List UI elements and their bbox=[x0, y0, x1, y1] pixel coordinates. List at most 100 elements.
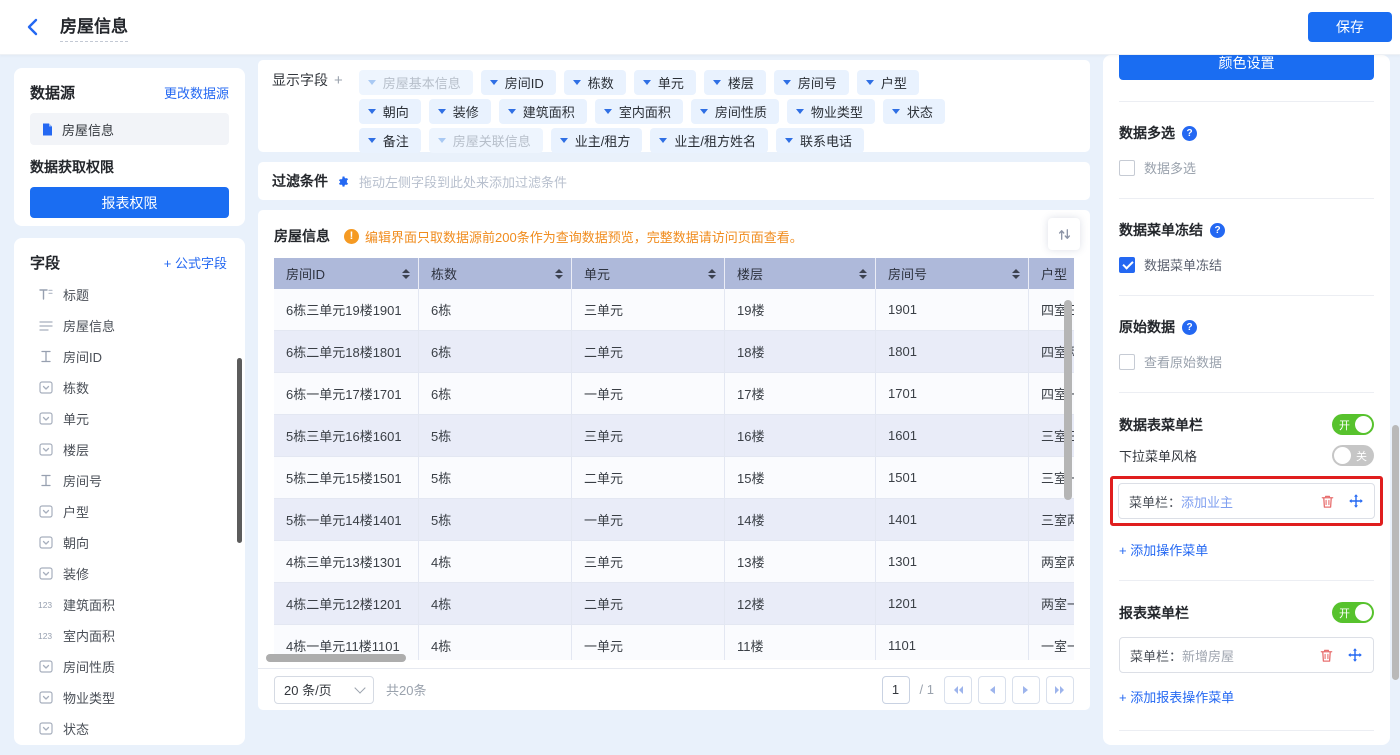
datasource-item[interactable]: 房屋信息 bbox=[30, 113, 229, 145]
column-header[interactable]: 房间ID bbox=[274, 258, 419, 289]
move-icon[interactable] bbox=[1348, 493, 1364, 509]
display-field-chip[interactable]: 房屋基本信息 bbox=[359, 70, 473, 95]
column-header[interactable]: 户型 bbox=[1029, 258, 1074, 289]
table-row[interactable]: 6栋二单元18楼18016栋二单元18楼1801四室两厅 bbox=[274, 331, 1074, 373]
menu-freeze-checkbox[interactable] bbox=[1119, 257, 1135, 273]
caret-down-icon[interactable] bbox=[560, 138, 568, 143]
caret-down-icon[interactable] bbox=[438, 109, 446, 114]
table-row[interactable]: 6栋三单元19楼19016栋三单元19楼1901四室三厅 bbox=[274, 289, 1074, 331]
add-report-action-menu-link[interactable]: + 添加报表操作菜单 bbox=[1119, 687, 1374, 706]
display-field-chip[interactable]: 房屋关联信息 bbox=[429, 128, 543, 153]
filter-panel[interactable]: 过滤条件 拖动左侧字段到此处来添加过滤条件 bbox=[258, 162, 1090, 200]
column-sort-icon[interactable] bbox=[708, 269, 716, 279]
multi-select-checkbox-row[interactable]: 数据多选 bbox=[1119, 158, 1374, 177]
field-item[interactable]: 物业类型 bbox=[30, 682, 235, 713]
current-page-input[interactable]: 1 bbox=[882, 676, 910, 704]
caret-down-icon[interactable] bbox=[700, 109, 708, 114]
display-field-chip[interactable]: 业主/租方 bbox=[551, 128, 643, 153]
multi-select-checkbox[interactable] bbox=[1119, 160, 1135, 176]
field-item[interactable]: 户型 bbox=[30, 496, 235, 527]
field-item[interactable]: 123建筑面积 bbox=[30, 589, 235, 620]
report-menu-item[interactable]: 菜单栏： 新增房屋 bbox=[1119, 637, 1374, 673]
formula-field-link[interactable]: + 公式字段 bbox=[164, 253, 227, 272]
display-field-chip[interactable]: 物业类型 bbox=[787, 99, 875, 124]
caret-down-icon[interactable] bbox=[659, 138, 667, 143]
first-page-button[interactable] bbox=[944, 676, 972, 704]
table-vertical-scrollbar[interactable] bbox=[1064, 300, 1072, 500]
table-menu-toggle[interactable]: 开 bbox=[1332, 414, 1374, 435]
field-item[interactable]: 房间ID bbox=[30, 341, 235, 372]
column-header[interactable]: 单元 bbox=[572, 258, 725, 289]
caret-down-icon[interactable] bbox=[368, 109, 376, 114]
display-field-chip[interactable]: 楼层 bbox=[704, 70, 766, 95]
move-icon[interactable] bbox=[1347, 647, 1363, 663]
field-item[interactable]: 房屋信息 bbox=[30, 310, 235, 341]
field-item[interactable]: 栋数 bbox=[30, 372, 235, 403]
page-size-select[interactable]: 20 条/页 bbox=[274, 676, 374, 704]
table-row[interactable]: 4栋三单元13楼13014栋三单元13楼1301两室两厅 bbox=[274, 541, 1074, 583]
help-icon[interactable]: ? bbox=[1210, 223, 1225, 238]
trash-icon[interactable] bbox=[1320, 494, 1335, 509]
caret-down-icon[interactable] bbox=[368, 138, 376, 143]
caret-down-icon[interactable] bbox=[713, 80, 721, 85]
table-row[interactable]: 5栋二单元15楼15015栋二单元15楼1501三室一厅 bbox=[274, 457, 1074, 499]
raw-data-checkbox-row[interactable]: 查看原始数据 bbox=[1119, 352, 1374, 371]
caret-down-icon[interactable] bbox=[783, 80, 791, 85]
column-header[interactable]: 房间号 bbox=[876, 258, 1029, 289]
table-row[interactable]: 6栋一单元17楼17016栋一单元17楼1701四室一厅 bbox=[274, 373, 1074, 415]
column-header[interactable]: 楼层 bbox=[725, 258, 876, 289]
menu-freeze-checkbox-row[interactable]: 数据菜单冻结 bbox=[1119, 255, 1374, 274]
column-sort-icon[interactable] bbox=[402, 269, 410, 279]
caret-down-icon[interactable] bbox=[368, 80, 376, 85]
field-item[interactable]: 装修 bbox=[30, 558, 235, 589]
back-icon[interactable] bbox=[24, 16, 46, 38]
caret-down-icon[interactable] bbox=[573, 80, 581, 85]
display-field-chip[interactable]: 业主/租方姓名 bbox=[650, 128, 768, 153]
table-menu-item-value[interactable]: 添加业主 bbox=[1181, 492, 1233, 511]
next-page-button[interactable] bbox=[1012, 676, 1040, 704]
column-sort-icon[interactable] bbox=[859, 269, 867, 279]
caret-down-icon[interactable] bbox=[785, 138, 793, 143]
display-field-chip[interactable]: 备注 bbox=[359, 128, 421, 153]
display-field-chip[interactable]: 建筑面积 bbox=[499, 99, 587, 124]
help-icon[interactable]: ? bbox=[1182, 320, 1197, 335]
report-menu-toggle[interactable]: 开 bbox=[1332, 602, 1374, 623]
display-field-chip[interactable]: 户型 bbox=[857, 70, 919, 95]
change-datasource-link[interactable]: 更改数据源 bbox=[164, 83, 229, 102]
display-field-chip[interactable]: 联系电话 bbox=[776, 128, 864, 153]
table-row[interactable]: 5栋一单元14楼14015栋一单元14楼1401三室两厅 bbox=[274, 499, 1074, 541]
field-item[interactable]: 房间性质 bbox=[30, 651, 235, 682]
gear-icon[interactable] bbox=[336, 174, 351, 189]
column-sort-icon[interactable] bbox=[555, 269, 563, 279]
display-field-chip[interactable]: 栋数 bbox=[564, 70, 626, 95]
table-row[interactable]: 4栋二单元12楼12014栋二单元12楼1201两室一厅 bbox=[274, 583, 1074, 625]
help-icon[interactable]: ? bbox=[1182, 126, 1197, 141]
field-item[interactable]: 123室内面积 bbox=[30, 620, 235, 651]
report-permission-button[interactable]: 报表权限 bbox=[30, 187, 229, 218]
caret-down-icon[interactable] bbox=[438, 138, 446, 143]
display-field-chip[interactable]: 房间性质 bbox=[691, 99, 779, 124]
dropdown-style-toggle[interactable]: 关 bbox=[1332, 445, 1374, 466]
display-field-chip[interactable]: 单元 bbox=[634, 70, 696, 95]
field-item[interactable]: 单元 bbox=[30, 403, 235, 434]
fields-scrollbar[interactable] bbox=[237, 358, 242, 543]
display-field-chip[interactable]: 房间号 bbox=[774, 70, 849, 95]
display-field-chip[interactable]: 装修 bbox=[429, 99, 491, 124]
field-item[interactable]: 楼层 bbox=[30, 434, 235, 465]
trash-icon[interactable] bbox=[1319, 648, 1334, 663]
column-header[interactable]: 栋数 bbox=[419, 258, 572, 289]
caret-down-icon[interactable] bbox=[796, 109, 804, 114]
caret-down-icon[interactable] bbox=[643, 80, 651, 85]
caret-down-icon[interactable] bbox=[604, 109, 612, 114]
column-sort-icon[interactable] bbox=[1012, 269, 1020, 279]
table-sort-icon[interactable] bbox=[1048, 218, 1080, 250]
field-item[interactable]: 房间号 bbox=[30, 465, 235, 496]
display-field-chip[interactable]: 房间ID bbox=[481, 70, 556, 95]
display-field-chip[interactable]: 朝向 bbox=[359, 99, 421, 124]
add-action-menu-link[interactable]: + 添加操作菜单 bbox=[1119, 540, 1374, 559]
prev-page-button[interactable] bbox=[978, 676, 1006, 704]
field-item[interactable]: 标题 bbox=[30, 279, 235, 310]
field-item[interactable]: 状态 bbox=[30, 713, 235, 744]
page-scrollbar[interactable] bbox=[1392, 425, 1399, 680]
caret-down-icon[interactable] bbox=[866, 80, 874, 85]
